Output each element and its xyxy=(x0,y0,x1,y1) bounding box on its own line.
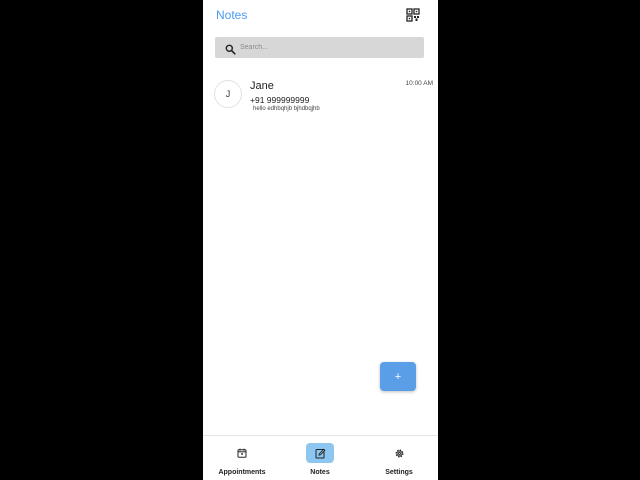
nav-label-settings: Settings xyxy=(385,469,413,476)
qr-code-icon[interactable] xyxy=(406,8,420,22)
note-preview: hello edhbqhjb bjhdbqjhb xyxy=(253,106,320,112)
gear-icon xyxy=(385,443,413,463)
nav-item-appointments[interactable]: Appointments xyxy=(203,436,281,480)
search-bar[interactable] xyxy=(215,37,424,58)
note-list-item[interactable]: J Jane +91 999999999 hello edhbqhjb bjhd… xyxy=(213,76,433,116)
bottom-navigation: Appointments Notes Settings xyxy=(203,435,438,480)
app-header: Notes xyxy=(203,0,438,32)
add-icon: + xyxy=(394,370,402,383)
edit-note-icon xyxy=(306,443,334,463)
search-icon xyxy=(225,42,236,55)
add-note-button[interactable]: + xyxy=(380,362,416,391)
app-screen: Notes J Jane +91 99999 xyxy=(203,0,438,480)
search-input[interactable] xyxy=(240,40,415,55)
contact-name: Jane xyxy=(250,80,274,92)
avatar: J xyxy=(214,80,242,108)
nav-item-notes[interactable]: Notes xyxy=(281,436,359,480)
calendar-icon xyxy=(228,443,256,463)
nav-label-notes: Notes xyxy=(310,469,330,476)
contact-phone: +91 999999999 xyxy=(250,95,310,105)
nav-label-appointments: Appointments xyxy=(218,469,266,476)
nav-item-settings[interactable]: Settings xyxy=(360,436,438,480)
note-time: 10:00 AM xyxy=(405,80,433,87)
page-title: Notes xyxy=(216,8,248,22)
